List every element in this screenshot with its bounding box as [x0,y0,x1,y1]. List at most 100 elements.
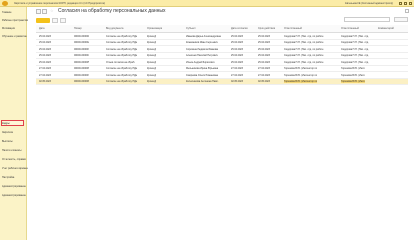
cell-consent-date: 25.04.2023 [231,47,243,51]
cell-subject: Колесникова Антонина Павл. [186,80,219,84]
table-header: Дата Номер Вид документа Организация Суб… [36,25,408,33]
close-icon[interactable] [409,2,412,5]
sidebar-item-reports[interactable]: Отчетность, справки [2,158,26,161]
cell-responsible: Сидорова Н.Н. (Нач. отд. по работе [284,47,324,51]
cell-doc-type: Согласие на обработку ПДн [106,54,138,58]
column-header-subject[interactable]: Субъект [186,27,196,30]
sidebar-item-training[interactable]: Обучение и развитие [2,35,27,38]
cell-responsible-2: Сидорова Н.Н. (Нач. отд. [341,41,369,45]
cell-responsible: Сидорова Н.Н. (Нач. отд. по работе [284,54,324,58]
sidebar-item-main[interactable]: Главное [2,11,12,14]
favorite-star-icon[interactable]: ☆ [50,9,54,13]
window-title: Зарплата и управление персоналом КОРП, р… [14,1,106,5]
sidebar-item-hr[interactable]: Кадры [2,122,10,125]
minimize-icon[interactable] [399,2,402,5]
column-header-responsible[interactable]: Ответственный [284,27,302,30]
column-header-responsible-2[interactable]: Ответственный [341,27,359,30]
cell-number: 00000-000004 [74,54,90,58]
app-logo-icon [2,0,8,6]
search-input[interactable] [344,17,390,22]
cell-consent-date: 25.04.2023 [231,34,243,38]
cell-organization: Крона Д [147,80,156,84]
cell-subject: Мельникова Ирина Юрьевна [186,67,219,71]
forward-arrow-icon[interactable] [42,8,47,14]
cell-consent-date: 25.04.2023 [231,60,243,64]
app-window: Зарплата и управление персоналом КОРП, р… [0,0,414,240]
sidebar: Главное Рабочее пространство Мотивация О… [0,7,29,240]
cell-responsible: Сидорова Н.Н. (Нач. отд. по работе [284,34,324,38]
cell-validity: 02.05.2023 [258,80,270,84]
cell-number: 00000-000001 [74,34,90,38]
cell-number: 00000-000003 [74,47,90,51]
sidebar-item-admin-2[interactable]: Администрирование [2,194,26,197]
sidebar-item-settings[interactable]: Настройка [2,176,14,179]
cell-organization: Крона Д [147,34,156,38]
cell-date: 27.04.2023 [39,67,51,71]
cell-responsible-2: Горшкова В.Ю. (Инсп. [341,67,366,71]
cell-organization: Крона Д [147,47,156,51]
sidebar-item-taxes[interactable]: Налоги и взносы [2,149,21,152]
toolbar-button-1[interactable] [52,17,58,23]
cell-responsible-2: Горшкова В.Ю. (Инсп. [341,80,366,84]
cell-subject: Сорокина Людмила Иванова [186,47,218,51]
cell-number: 00000-000006 [74,67,90,71]
column-header-doc-type[interactable]: Вид документа [106,27,123,30]
cell-consent-date: 25.04.2023 [231,41,243,45]
cell-consent-date: 27.04.2023 [231,73,243,77]
cell-date: 27.04.2023 [39,73,51,77]
column-header-comment[interactable]: Комментарий [378,27,394,30]
main-content: ☆ Согласия на обработку персональных дан… [28,7,414,240]
cell-validity: 25.04.2023 [258,41,270,45]
table-row[interactable]: 02.05.2023 00000-000008 Согласие на обрабо… [36,78,408,85]
column-header-number[interactable]: Номер [74,27,82,30]
column-header-organization[interactable]: Организация [147,27,162,30]
cell-number: 00000-000005 [74,60,90,64]
cell-date: 25.04.2023 [39,60,51,64]
cell-subject: Кожевников Иван Сергеевич [186,41,218,45]
column-header-validity[interactable]: Срок действия [258,27,275,30]
sidebar-item-salary[interactable]: Зарплата [2,131,13,134]
sidebar-item-payments[interactable]: Выплаты [2,140,13,143]
column-header-consent-date[interactable]: Дата согласия [231,27,248,30]
current-user[interactable]: Евгеньева КЕ (Системный администратор) [345,2,393,5]
sidebar-item-workspace[interactable]: Рабочее пространство [2,19,28,22]
cell-number: 00000-000002 [74,41,90,45]
cell-responsible: Горшкова В.Ю. (Инспектор по [284,73,318,77]
toolbar-button-2[interactable] [60,17,66,23]
cell-organization: Крона Д [147,67,156,71]
cell-subject: Иванова Дарья Александровна [186,34,221,38]
cell-subject: Алексеев Николай Петрович [186,54,218,58]
cell-organization: Крона Д [147,54,156,58]
cell-validity: 25.04.2023 [258,60,270,64]
cell-validity: 25.04.2023 [258,34,270,38]
cell-validity: 27.04.2023 [258,73,270,77]
title-bar: Зарплата и управление персоналом КОРП, р… [0,0,414,7]
maximize-icon[interactable] [404,2,407,5]
cell-doc-type: Согласие на обработку ПДн [106,73,138,77]
page-header: ☆ Согласия на обработку персональных дан… [28,7,414,15]
cell-subject: Смирнова Олеся Романовна [186,73,218,77]
cell-date: 25.04.2023 [39,34,51,38]
cell-responsible: Горшкова В.Ю. (Инспектор по [284,80,318,84]
cell-validity: 25.04.2023 [258,47,270,51]
cell-consent-date: 02.05.2023 [231,80,243,84]
documents-table: Дата Номер Вид документа Организация Суб… [36,25,408,85]
cell-responsible: Горшкова В.Ю. (Инспектор по [284,67,318,71]
cell-date: 25.04.2023 [39,54,51,58]
sidebar-item-admin[interactable]: Администрирование [2,185,26,188]
cell-doc-type: Согласие на обработку ПДн [106,41,138,45]
cell-date: 25.04.2023 [39,41,51,45]
cell-consent-date: 27.04.2023 [231,67,243,71]
cell-validity: 27.04.2023 [258,67,270,71]
title-bar-controls: Евгеньева КЕ (Системный администратор) [345,0,412,7]
column-header-date[interactable]: Дата [39,27,45,30]
cell-consent-date: 25.04.2023 [231,54,243,58]
more-button[interactable] [394,17,408,22]
cell-responsible-2: Сидорова Н.Н. (Нач. отд. [341,60,369,64]
cell-doc-type: Согласие на обработку ПДн [106,47,138,51]
sidebar-item-timesheet[interactable]: Учет рабочего времени [2,167,29,170]
create-button[interactable] [36,17,50,23]
back-arrow-icon[interactable] [36,8,41,14]
sidebar-item-motivation[interactable]: Мотивация [2,27,15,30]
header-menu-icon[interactable] [405,9,409,13]
